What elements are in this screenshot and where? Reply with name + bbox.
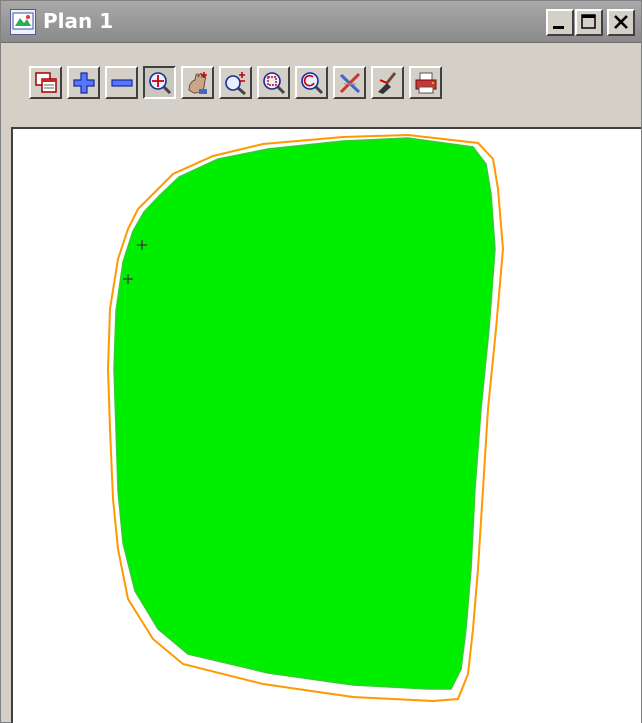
zoom-window-icon (263, 72, 286, 95)
title-bar[interactable]: Plan 1 (1, 1, 641, 43)
zoom-extents-icon (149, 72, 172, 95)
zoom-window-button[interactable] (257, 66, 290, 99)
plan-window-icon (10, 9, 36, 35)
zoom-previous-icon (301, 72, 324, 95)
toolbar (1, 43, 641, 127)
maximize-button[interactable] (575, 9, 603, 36)
minimize-button[interactable] (546, 9, 574, 36)
clear-cross-icon (339, 72, 361, 94)
maximize-icon (581, 14, 596, 29)
close-icon (614, 15, 628, 29)
minimize-icon (553, 26, 564, 29)
brush-icon (378, 72, 397, 94)
minus-icon (111, 79, 133, 87)
close-button[interactable] (607, 9, 635, 36)
pan-hand-icon (188, 72, 207, 94)
pan-button[interactable] (181, 66, 214, 99)
zoom-dynamic-button[interactable] (219, 66, 252, 99)
plan-view-canvas[interactable] (11, 127, 641, 723)
clear-button[interactable] (333, 66, 366, 99)
plan-drawing (106, 133, 505, 703)
plus-icon (73, 72, 95, 94)
zoom-plus-minus-icon (225, 72, 246, 96)
plot-windows-icon (35, 72, 57, 93)
zoom-extents-button[interactable] (143, 66, 176, 99)
plot-button[interactable] (409, 66, 442, 99)
tools-button[interactable] (371, 66, 404, 99)
window-title: Plan 1 (43, 9, 114, 33)
terrain-fill (114, 138, 495, 689)
plot-window-button[interactable] (29, 66, 62, 99)
zoom-in-button[interactable] (67, 66, 100, 99)
printer-icon (415, 72, 437, 94)
zoom-previous-button[interactable] (295, 66, 328, 99)
plan-window: Plan 1 (0, 0, 642, 723)
zoom-out-button[interactable] (105, 66, 138, 99)
